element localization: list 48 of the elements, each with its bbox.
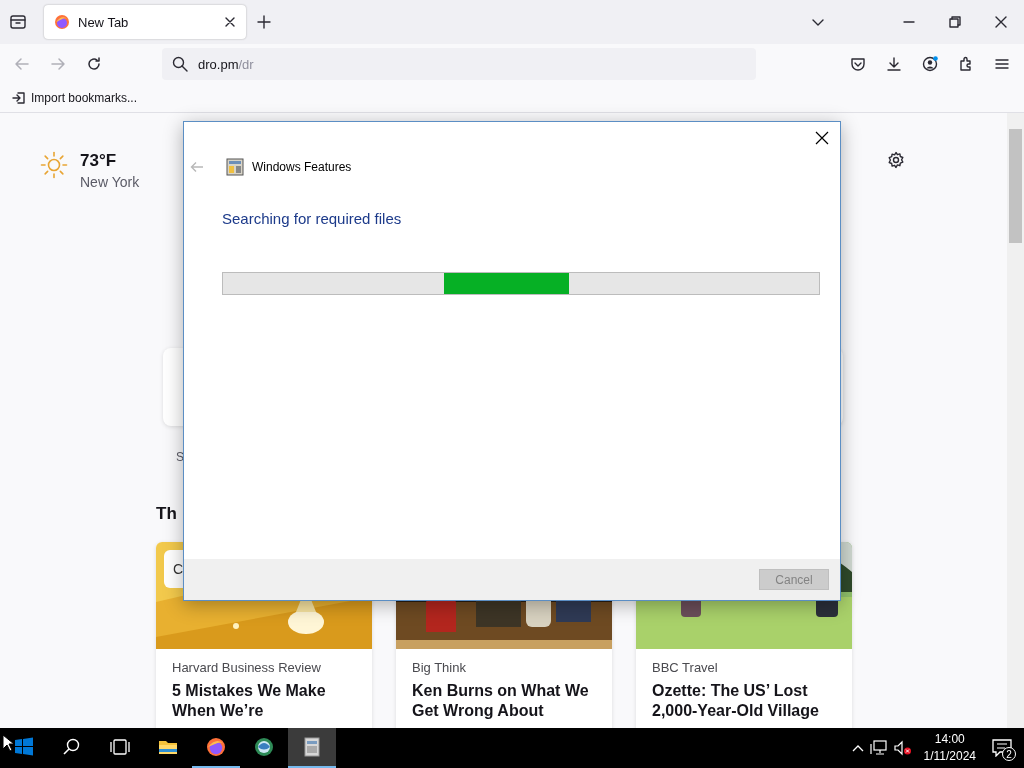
story-source: Harvard Business Review <box>172 660 322 675</box>
close-icon[interactable] <box>815 131 829 145</box>
notification-count: 2 <box>1002 747 1016 761</box>
address-field[interactable]: dro.pm/dr <box>162 48 756 80</box>
location: New York <box>80 174 140 190</box>
story-title[interactable]: Ozette: The US’ Lost 2,000-Year-Old Village <box>652 681 842 721</box>
browser-tab[interactable]: New Tab <box>44 5 246 39</box>
story-title[interactable]: Ken Burns on What We Get Wrong About <box>412 681 602 721</box>
section-heading: Th <box>156 504 178 524</box>
dialog-title: Windows Features <box>252 160 352 174</box>
notification-icon[interactable] <box>992 739 1012 757</box>
pocket-icon[interactable] <box>850 56 866 72</box>
window-icon[interactable] <box>302 737 322 757</box>
search-icon[interactable] <box>62 737 82 757</box>
search-icon <box>172 56 188 72</box>
story-title[interactable]: 5 Mistakes We Make When We’re <box>172 681 362 721</box>
window-icon <box>226 158 244 176</box>
import-icon <box>12 91 26 105</box>
story-source: Big Think <box>412 660 467 675</box>
task-view-icon[interactable] <box>110 737 130 757</box>
new-tab-icon[interactable] <box>256 14 272 30</box>
url-text[interactable]: dro.pm/dr <box>198 56 254 72</box>
account-icon[interactable] <box>922 56 938 72</box>
status-heading: Searching for required files <box>222 210 403 227</box>
taskbar-button[interactable] <box>288 728 336 768</box>
close-icon[interactable] <box>224 16 236 28</box>
close-icon[interactable] <box>995 16 1007 28</box>
settings-icon[interactable] <box>887 151 905 169</box>
puzzle-icon[interactable] <box>958 56 974 72</box>
firefox-icon[interactable] <box>206 737 226 757</box>
restore-icon[interactable] <box>949 16 961 28</box>
globe-icon[interactable] <box>254 737 274 757</box>
story-source: BBC Travel <box>652 660 719 675</box>
firefox-icon <box>54 14 70 30</box>
download-icon[interactable] <box>886 56 902 72</box>
chevron-up-icon[interactable] <box>851 744 864 752</box>
bookmark-item[interactable]: Import bookmarks... <box>12 91 138 105</box>
network-icon[interactable] <box>869 740 888 756</box>
sun-icon <box>40 151 68 179</box>
clock-time[interactable]: 14:00 <box>934 731 965 748</box>
clock-date[interactable]: 1/11/2024 <box>923 748 976 765</box>
reload-icon[interactable] <box>86 56 102 72</box>
volume-muted-icon[interactable] <box>893 740 912 756</box>
windows-logo-icon[interactable] <box>14 737 34 757</box>
menu-icon[interactable] <box>994 56 1010 72</box>
tab-list-icon[interactable] <box>9 13 27 31</box>
temperature: 73°F <box>80 151 118 171</box>
scrollbar-thumb[interactable] <box>1009 129 1022 243</box>
